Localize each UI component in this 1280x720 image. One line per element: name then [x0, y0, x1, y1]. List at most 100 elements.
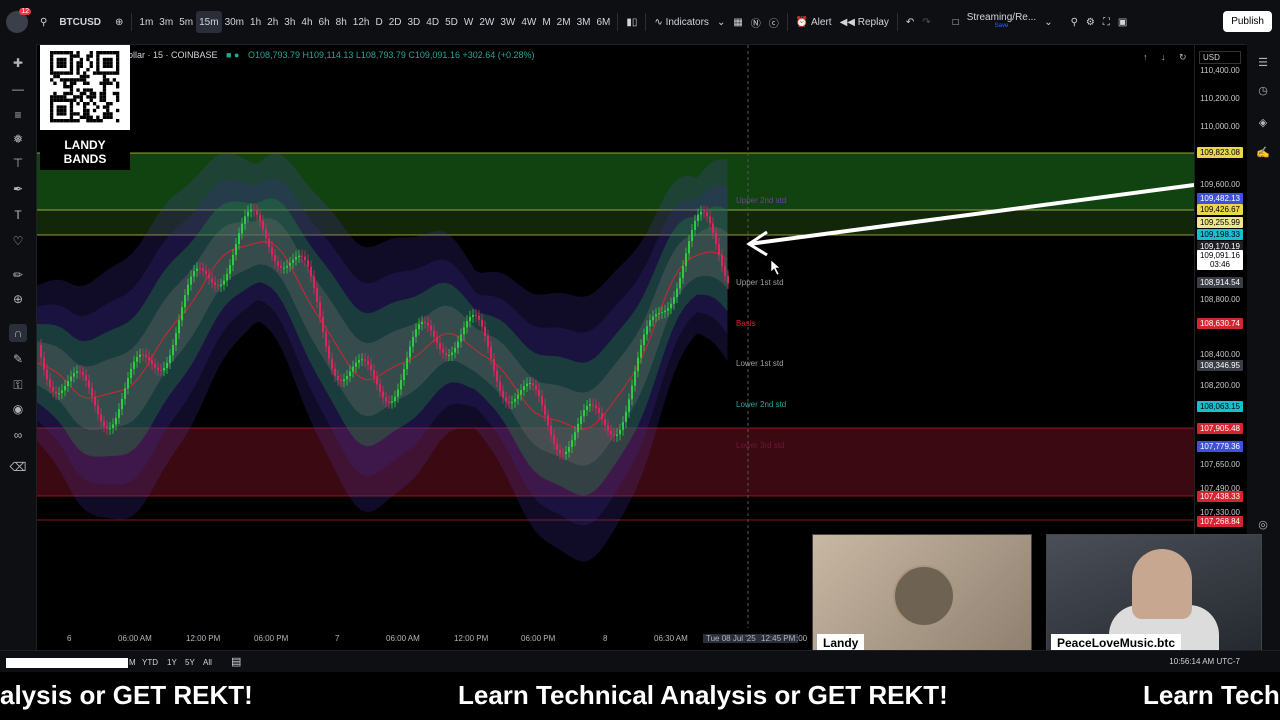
interval-3m[interactable]: 3M: [574, 11, 594, 33]
heart-icon[interactable]: ♡: [9, 232, 27, 250]
interval-8h[interactable]: 8h: [333, 11, 350, 33]
qr-module: [63, 112, 67, 116]
interval-5d[interactable]: 5D: [442, 11, 461, 33]
pattern-icon[interactable]: ❅: [9, 130, 27, 148]
interval-3h[interactable]: 3h: [281, 11, 298, 33]
prediction-icon[interactable]: ⊤: [9, 154, 27, 172]
qr-module: [99, 51, 103, 55]
redo-icon[interactable]: ↷: [918, 11, 934, 33]
lock-drawing-icon[interactable]: ✎: [9, 350, 27, 368]
candle-body: [139, 354, 141, 357]
magnet-icon[interactable]: ∩: [9, 324, 27, 342]
candle-body: [550, 425, 552, 436]
alert-button[interactable]: ⏰ Alert: [792, 11, 836, 33]
candle-body: [439, 343, 441, 349]
candle-body: [619, 429, 621, 435]
interval-2d[interactable]: 2D: [386, 11, 405, 33]
interval-6m[interactable]: 6M: [593, 11, 613, 33]
notification-badge: 12: [19, 8, 31, 15]
crosshair-icon[interactable]: ✚: [9, 54, 27, 72]
zoom-in-icon[interactable]: ⊕: [9, 290, 27, 308]
ticker-text-right: Learn Tech: [1143, 680, 1280, 710]
compare-add-icon[interactable]: ⊕: [111, 11, 127, 33]
candle-body: [565, 451, 567, 455]
undo-icon[interactable]: ↶: [902, 11, 918, 33]
candle-body: [127, 378, 129, 389]
zoom-search-icon[interactable]: ⚲: [1067, 11, 1082, 33]
range-5y[interactable]: 5Y: [185, 658, 195, 667]
qr-module: [50, 57, 54, 62]
fullscreen-icon[interactable]: ⛶: [1099, 11, 1114, 33]
candle-body: [61, 390, 63, 394]
symbol-search[interactable]: BTCUSD: [55, 11, 105, 33]
lock-circle-icon[interactable]: ⓒ: [765, 11, 783, 33]
range-1y[interactable]: 1Y: [167, 658, 177, 667]
indicators-button[interactable]: ∿ Indicators: [650, 11, 713, 33]
candle-body: [334, 368, 336, 376]
bottom-toolbar: M YTD 1Y 5Y All ▤: [0, 650, 1280, 673]
chat-icon[interactable]: ✍: [1255, 144, 1271, 160]
interval-4d[interactable]: 4D: [423, 11, 442, 33]
range-ytd[interactable]: YTD: [142, 658, 158, 667]
publish-button[interactable]: Publish: [1223, 11, 1272, 32]
range-all[interactable]: All: [203, 658, 212, 667]
watchlist-icon[interactable]: ☰: [1255, 54, 1271, 70]
interval-4w[interactable]: 4W: [518, 11, 539, 33]
calendar-icon[interactable]: ▤: [231, 655, 241, 668]
qr-module: [96, 64, 100, 68]
target-icon[interactable]: ◎: [1255, 516, 1271, 532]
qr-module: [116, 108, 120, 113]
camera-icon[interactable]: ▣: [1114, 11, 1131, 33]
replay-button[interactable]: ◀◀ Replay: [836, 11, 893, 33]
clock-icon[interactable]: ◷: [1255, 82, 1271, 98]
interval-15m[interactable]: 15m: [196, 11, 222, 33]
range-m[interactable]: M: [129, 658, 136, 667]
interval-2m[interactable]: 2M: [554, 11, 574, 33]
qr-module: [76, 68, 80, 72]
templates-icon[interactable]: ▦: [729, 11, 746, 33]
chart-type-icon[interactable]: ▮▯: [622, 11, 641, 33]
candle-body: [151, 360, 153, 365]
text-icon[interactable]: T: [9, 206, 27, 224]
candle-body: [319, 301, 321, 317]
candle-body: [679, 277, 681, 289]
dollar-icon[interactable]: Ⓝ: [747, 11, 765, 33]
layout-name[interactable]: Streaming/Re... Save: [963, 11, 1040, 33]
search-icon[interactable]: ⚲: [36, 11, 51, 33]
interval-3w[interactable]: 3W: [497, 11, 518, 33]
interval-3d[interactable]: 3D: [404, 11, 423, 33]
eye-icon[interactable]: ◉: [9, 400, 27, 418]
interval-1h[interactable]: 1h: [247, 11, 264, 33]
interval-5m[interactable]: 5m: [176, 11, 196, 33]
qr-module: [116, 71, 120, 75]
interval-12h[interactable]: 12h: [350, 11, 373, 33]
interval-w[interactable]: W: [461, 11, 476, 33]
interval-30m[interactable]: 30m: [222, 11, 247, 33]
currency-select[interactable]: USD: [1199, 51, 1241, 64]
interval-2w[interactable]: 2W: [476, 11, 497, 33]
candle-body: [532, 383, 534, 386]
layout-square-icon[interactable]: □: [949, 11, 963, 33]
interval-m[interactable]: M: [539, 11, 553, 33]
trendline-icon[interactable]: ―: [9, 80, 27, 98]
ruler-icon[interactable]: ✏: [9, 266, 27, 284]
legend-title: ollar · 15 · COINBASE: [128, 50, 218, 60]
user-avatar[interactable]: 12: [6, 8, 31, 33]
chevron-down-icon[interactable]: ⌄: [713, 11, 729, 33]
layers-icon[interactable]: ◈: [1255, 114, 1271, 130]
chevron-down-icon[interactable]: ⌄: [1040, 11, 1056, 33]
interval-2h[interactable]: 2h: [264, 11, 281, 33]
interval-6h[interactable]: 6h: [316, 11, 333, 33]
trash-icon[interactable]: ⌫: [9, 458, 27, 476]
interval-3m[interactable]: 3m: [156, 11, 176, 33]
link-icon[interactable]: ∞: [9, 426, 27, 444]
interval-1m[interactable]: 1m: [136, 11, 156, 33]
brush-icon[interactable]: ✒: [9, 180, 27, 198]
interval-4h[interactable]: 4h: [298, 11, 315, 33]
utc-clock[interactable]: 10:56:14 AM UTC-7: [1169, 657, 1240, 666]
lock-icon[interactable]: ⚿: [9, 376, 27, 394]
qr-module: [96, 57, 100, 62]
interval-d[interactable]: D: [372, 11, 385, 33]
fib-icon[interactable]: ≡: [9, 106, 27, 124]
gear-icon[interactable]: ⚙: [1082, 11, 1099, 33]
